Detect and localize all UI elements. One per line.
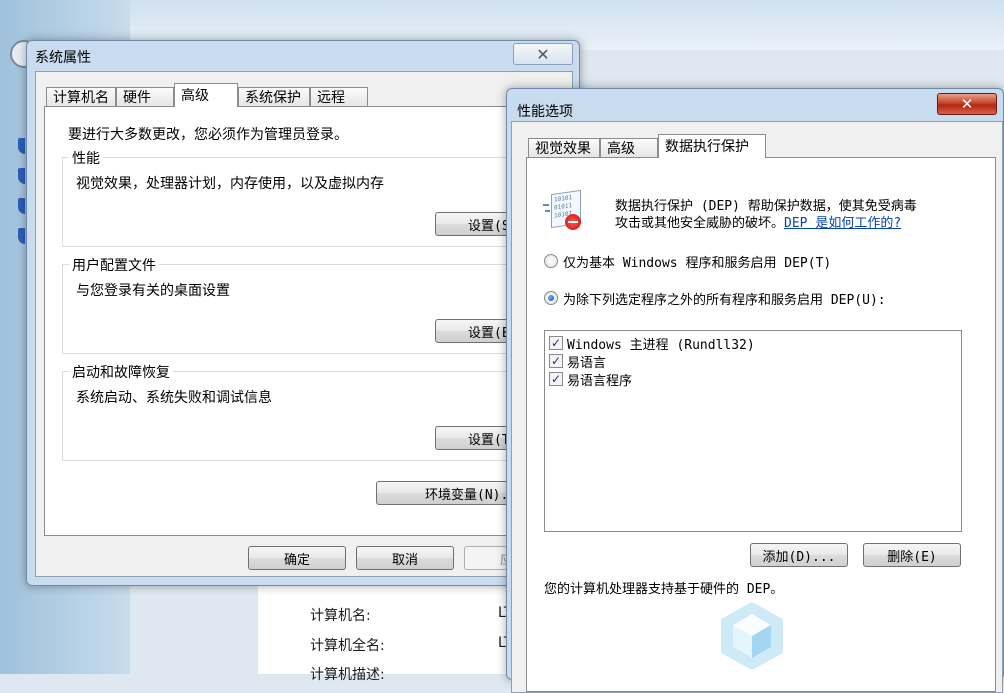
system-properties-client: 计算机名 硬件 高级 系统保护 远程 要进行大多数更改，您必须作为管理员登录。 … (35, 71, 574, 577)
window-title: 系统属性 (35, 50, 91, 66)
startup-recovery-desc: 系统启动、系统失败和调试信息 (76, 390, 272, 406)
computer-name-label: 计算机名: (310, 608, 371, 624)
dep-shield-icon: 10101 01011 10101 (543, 189, 585, 232)
tab-system-protection[interactable]: 系统保护 (238, 87, 310, 107)
radio-basic-dep[interactable] (544, 254, 558, 268)
advanced-tab-panel: 要进行大多数更改，您必须作为管理员登录。 性能 视觉效果，处理器计划，内存使用，… (44, 106, 574, 536)
radio-all-except-dep[interactable] (544, 291, 558, 305)
performance-group: 性能 视觉效果，处理器计划，内存使用，以及虚拟内存 设置(S)... (62, 148, 574, 247)
tab-computer-name[interactable]: 计算机名 (46, 87, 116, 107)
performance-options-client: 视觉效果 高级 数据执行保护 10101 01011 10101 数据执行保护 … (511, 121, 1003, 693)
tab-advanced[interactable]: 高级 (600, 138, 658, 158)
close-button[interactable]: ✕ (513, 43, 573, 65)
ok-button[interactable]: 确定 (248, 546, 346, 570)
admin-note: 要进行大多数更改，您必须作为管理员登录。 (68, 127, 348, 143)
dep-description-line2: 攻击或其他安全威胁的破坏。DEP 是如何工作的? (615, 216, 902, 231)
performance-desc: 视觉效果，处理器计划，内存使用，以及虚拟内存 (76, 176, 384, 192)
tab-hardware[interactable]: 硬件 (116, 87, 174, 107)
dep-help-link[interactable]: DEP 是如何工作的? (784, 216, 901, 231)
close-icon: ✕ (536, 44, 550, 64)
full-name-label: 计算机全名: (310, 638, 385, 654)
tab-data-execution-prevention[interactable]: 数据执行保护 (658, 134, 766, 158)
watermark-cube-icon (721, 602, 783, 670)
tab-remote[interactable]: 远程 (310, 87, 368, 107)
close-button[interactable]: ✕ (937, 93, 997, 115)
startup-recovery-group-title: 启动和故障恢复 (69, 362, 173, 382)
system-properties-window: 系统属性 ✕ 计算机名 硬件 高级 系统保护 远程 要进行大多数更改，您必须作为… (26, 40, 580, 586)
window-title: 性能选项 (517, 104, 573, 120)
hardware-dep-note: 您的计算机处理器支持基于硬件的 DEP。 (544, 582, 784, 597)
dep-program-list[interactable]: ✓ Windows 主进程 (Rundll32) ✓ 易语言 ✓ 易语言程序 (544, 330, 962, 532)
program-checkbox[interactable]: ✓ (549, 372, 563, 386)
performance-options-window: 性能选项 ✕ 视觉效果 高级 数据执行保护 10101 01011 10101 … (506, 88, 1004, 693)
cancel-button[interactable]: 取消 (356, 546, 454, 570)
user-profiles-desc: 与您登录有关的桌面设置 (76, 283, 230, 299)
user-profiles-group: 用户配置文件 与您登录有关的桌面设置 设置(E)... (62, 255, 574, 354)
tab-advanced[interactable]: 高级 (174, 83, 238, 107)
remove-program-button[interactable]: 删除(E) (863, 543, 961, 567)
add-program-button[interactable]: 添加(D)... (750, 543, 848, 567)
radio-all-except-dep-label[interactable]: 为除下列选定程序之外的所有程序和服务启用 DEP(U): (563, 289, 886, 308)
description-label: 计算机描述: (310, 667, 385, 683)
program-name: 易语言 (567, 356, 607, 371)
radio-basic-dep-label[interactable]: 仅为基本 Windows 程序和服务启用 DEP(T) (563, 252, 831, 271)
tab-visual-effects[interactable]: 视觉效果 (528, 138, 600, 158)
program-checkbox[interactable]: ✓ (549, 354, 563, 368)
program-name: 易语言程序 (567, 374, 633, 389)
startup-recovery-group: 启动和故障恢复 系统启动、系统失败和调试信息 设置(T)... (62, 362, 574, 461)
program-name: Windows 主进程 (Rundll32) (567, 338, 755, 353)
dep-tab-panel: 10101 01011 10101 数据执行保护 (DEP) 帮助保护数据，使其… (526, 157, 996, 692)
user-profiles-group-title: 用户配置文件 (69, 255, 159, 275)
close-icon: ✕ (960, 95, 974, 113)
performance-group-title: 性能 (69, 148, 103, 168)
program-checkbox[interactable]: ✓ (549, 336, 563, 350)
